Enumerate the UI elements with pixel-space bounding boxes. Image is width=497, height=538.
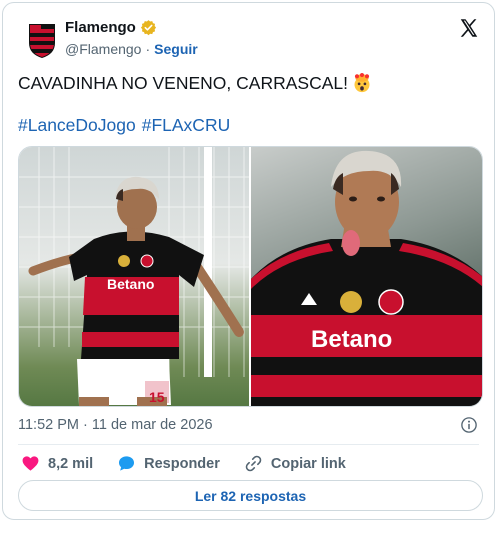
reply-bubble-icon xyxy=(119,456,135,471)
hashtag-flaxcru[interactable]: #FLAxCRU xyxy=(142,115,231,136)
tweet-timestamp[interactable]: 11:52 PM · 11 de mar de 2026 xyxy=(18,417,213,433)
club-crest-icon xyxy=(29,24,55,58)
author-display-name[interactable]: Flamengo xyxy=(65,19,136,36)
info-icon[interactable] xyxy=(460,416,478,434)
author-handle-row: @Flamengo · Seguir xyxy=(65,41,198,57)
shirt-sponsor-left: Betano xyxy=(107,276,154,292)
copy-link-button[interactable]: Copiar link xyxy=(244,454,346,473)
tweet-body: CAVADINHA NO VENENO, CARRASCAL! xyxy=(18,73,348,93)
heart-icon xyxy=(22,456,39,471)
reply-label: Responder xyxy=(144,455,220,472)
reply-button[interactable]: Responder xyxy=(117,454,220,473)
tweet-actions: 8,2 mil Responder Copiar link xyxy=(21,454,370,473)
photo-player-tongue-out[interactable]: Betano xyxy=(251,147,482,406)
shirt-sponsor-right: Betano xyxy=(311,326,392,353)
author-name-row: Flamengo xyxy=(65,19,157,36)
hashtags: #LanceDoJogo #FLAxCRU xyxy=(18,115,230,136)
verified-badge-icon xyxy=(140,20,156,36)
handle-separator: · xyxy=(145,41,151,57)
x-logo-icon[interactable] xyxy=(458,17,480,39)
copy-link-label: Copiar link xyxy=(270,455,346,472)
player-illustration-right: Betano xyxy=(251,150,482,406)
tweet-text: CAVADINHA NO VENENO, CARRASCAL! xyxy=(18,71,372,95)
like-count: 8,2 mil xyxy=(48,455,94,472)
media-gallery: Betano 15 Betano xyxy=(18,146,483,407)
like-button[interactable]: 8,2 mil xyxy=(21,454,93,473)
hashtag-lancedojogo[interactable]: #LanceDoJogo xyxy=(18,115,136,136)
avatar[interactable] xyxy=(18,17,66,65)
exploding-head-emoji-icon xyxy=(354,73,370,93)
divider xyxy=(18,444,479,445)
follow-button[interactable]: Seguir xyxy=(154,41,198,57)
tweet-card: Flamengo @Flamengo · Seguir CAVADINHA NO… xyxy=(2,2,495,520)
link-icon xyxy=(245,455,262,472)
player-illustration-left: Betano 15 xyxy=(19,147,249,406)
shirt-number: 15 xyxy=(149,389,165,405)
read-replies-button[interactable]: Ler 82 respostas xyxy=(18,480,483,511)
photo-player-celebrating[interactable]: Betano 15 xyxy=(19,147,249,406)
author-handle[interactable]: @Flamengo xyxy=(65,41,141,57)
